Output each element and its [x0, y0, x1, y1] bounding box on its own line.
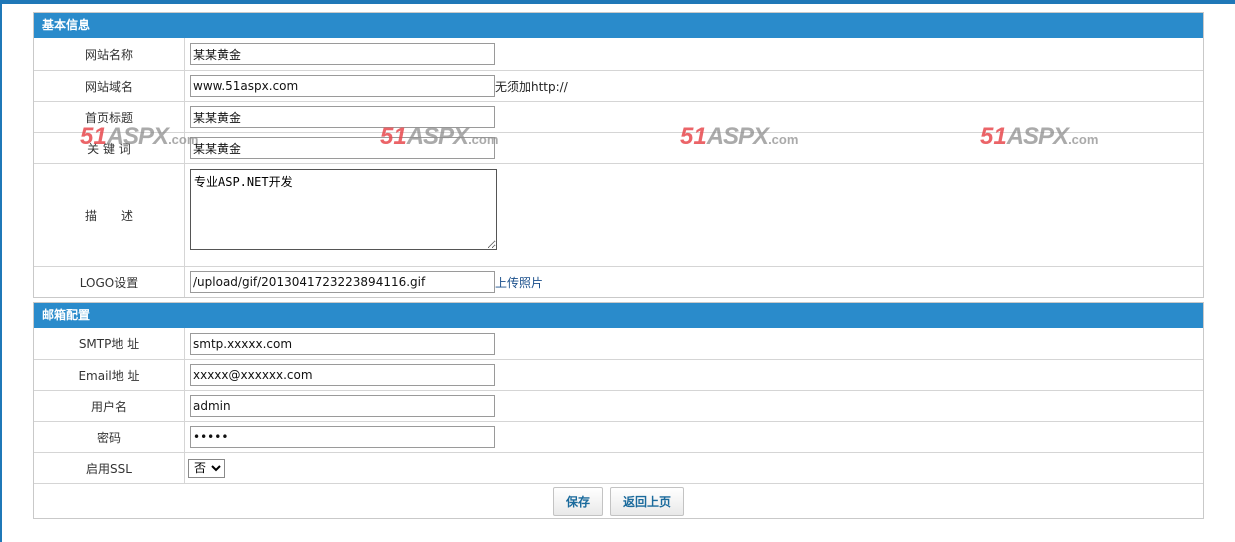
password-label: 密码: [34, 422, 185, 452]
logo-cell: 上传照片: [185, 267, 1203, 297]
domain-label: 网站域名: [34, 71, 185, 101]
smtp-cell: [185, 328, 1203, 359]
window-left-border: [0, 0, 2, 542]
description-textarea[interactable]: 专业ASP.NET开发: [190, 169, 497, 250]
save-button[interactable]: 保存: [552, 486, 603, 516]
keywords-cell: [185, 133, 1203, 163]
site-name-input[interactable]: [190, 43, 495, 65]
username-row: 用户名: [34, 390, 1203, 421]
keywords-row: 关 键 词: [34, 132, 1203, 163]
smtp-label: SMTP地 址: [34, 328, 185, 359]
basic-info-header: 基本信息: [34, 13, 1203, 38]
password-cell: [185, 422, 1203, 452]
site-name-cell: [185, 38, 1203, 70]
mail-config-panel: 邮箱配置 SMTP地 址 Email地 址 用户名 密码 启用SSL 否: [33, 302, 1204, 519]
ssl-cell: 否: [185, 453, 1203, 483]
username-label: 用户名: [34, 391, 185, 421]
username-input[interactable]: [190, 395, 495, 417]
domain-note: 无须加http://: [495, 79, 568, 94]
logo-label: LOGO设置: [34, 267, 185, 297]
mail-config-header: 邮箱配置: [34, 303, 1203, 328]
keywords-input[interactable]: [190, 137, 495, 159]
site-name-row: 网站名称: [34, 38, 1203, 70]
site-name-label: 网站名称: [34, 38, 185, 70]
password-row: 密码: [34, 421, 1203, 452]
email-input[interactable]: [190, 364, 495, 386]
back-button[interactable]: 返回上页: [610, 486, 685, 516]
ssl-row: 启用SSL 否: [34, 452, 1203, 483]
basic-info-panel: 基本信息 网站名称 网站域名 无须加http:// 首页标题 关 键 词 描 述…: [33, 12, 1204, 298]
upload-photo-link[interactable]: 上传照片: [495, 274, 543, 291]
domain-cell: 无须加http://: [185, 71, 1203, 101]
smtp-row: SMTP地 址: [34, 328, 1203, 359]
smtp-input[interactable]: [190, 332, 495, 355]
domain-input[interactable]: [190, 75, 495, 97]
action-bar: 保存 返回上页: [34, 483, 1203, 518]
email-row: Email地 址: [34, 359, 1203, 390]
home-title-row: 首页标题: [34, 101, 1203, 132]
domain-row: 网站域名 无须加http://: [34, 70, 1203, 101]
description-row: 描 述 专业ASP.NET开发: [34, 163, 1203, 266]
logo-row: LOGO设置 上传照片: [34, 266, 1203, 297]
password-input[interactable]: [190, 426, 495, 448]
ssl-label: 启用SSL: [34, 453, 185, 483]
home-title-label: 首页标题: [34, 102, 185, 132]
description-cell: 专业ASP.NET开发: [185, 164, 1203, 266]
email-cell: [185, 360, 1203, 390]
window-top-border: [0, 0, 1235, 4]
description-label: 描 述: [34, 164, 185, 266]
home-title-input[interactable]: [190, 106, 495, 128]
username-cell: [185, 391, 1203, 421]
keywords-label: 关 键 词: [34, 133, 185, 163]
ssl-select[interactable]: 否: [188, 458, 225, 478]
home-title-cell: [185, 102, 1203, 132]
logo-path-input[interactable]: [190, 271, 495, 293]
email-label: Email地 址: [34, 360, 185, 390]
